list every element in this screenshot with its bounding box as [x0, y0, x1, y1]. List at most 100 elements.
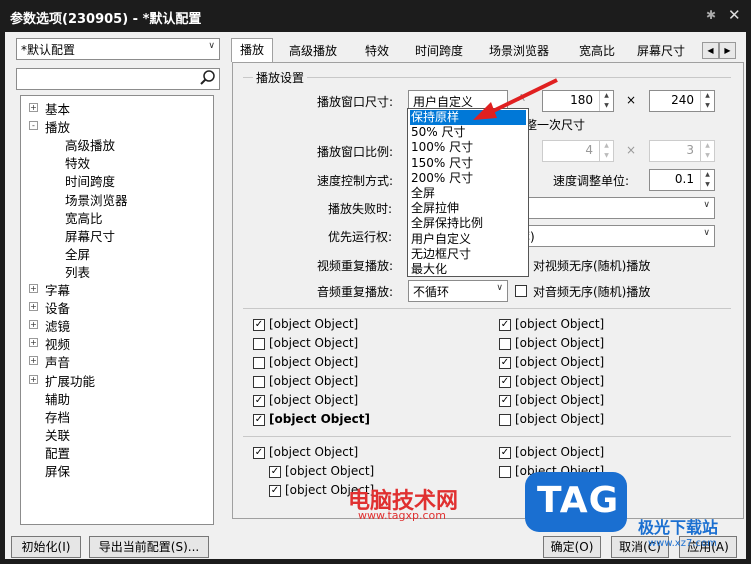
dropdown-option[interactable]: 无边框尺寸: [410, 247, 471, 262]
export-button[interactable]: 导出当前配置(S)...: [89, 536, 209, 558]
tree-item[interactable]: 设备: [45, 298, 70, 317]
tree-item[interactable]: 扩展功能: [45, 371, 95, 390]
checkbox[interactable]: ✓: [253, 395, 265, 407]
dropdown-option[interactable]: 50% 尺寸: [410, 125, 466, 140]
checkbox[interactable]: [253, 376, 265, 388]
tree-item[interactable]: 列表: [65, 262, 90, 281]
tree-expander-icon[interactable]: +: [29, 374, 38, 384]
checkbox[interactable]: [253, 357, 265, 369]
dropdown-option[interactable]: 全屏保持比例: [410, 216, 483, 231]
tree-expander-icon[interactable]: +: [29, 302, 38, 312]
tree-item[interactable]: 特效: [65, 153, 90, 172]
tree-expander-icon[interactable]: +: [29, 338, 38, 348]
ratio-w-spinner[interactable]: ▲ ▼: [599, 141, 613, 161]
tree-item[interactable]: 滤镜: [45, 316, 70, 335]
tree-item[interactable]: 配置: [45, 443, 70, 462]
chevron-down-icon: ∨: [496, 283, 503, 293]
fail-select[interactable]: ∨: [513, 197, 715, 219]
tree-item[interactable]: 屏幕尺寸: [65, 226, 115, 245]
checkbox[interactable]: ✓: [499, 395, 511, 407]
height-spinner[interactable]: ▲ ▼: [700, 91, 714, 111]
tree-item[interactable]: 字幕: [45, 280, 70, 299]
height-value: 240: [671, 93, 694, 107]
tree-item[interactable]: 声音: [45, 352, 70, 371]
dropdown-option[interactable]: 最大化: [410, 262, 447, 277]
video-repeat-label: 视频重复播放:: [317, 259, 394, 273]
tree-item[interactable]: 基本: [45, 99, 70, 118]
tree-item[interactable]: 视频: [45, 334, 70, 353]
dialog-body: *默认配置 ∨ + 基本 - 播放 高级播放 特效 时间跨度 场景浏览器 宽高比 屏幕尺寸 全屏 列表…: [5, 32, 746, 559]
tree-expander-icon[interactable]: -: [29, 121, 38, 131]
dropdown-option[interactable]: 全屏拉伸: [410, 201, 459, 216]
checkbox[interactable]: [253, 338, 265, 350]
close-icon[interactable]: ✕: [728, 6, 741, 24]
speed-unit-label: 速度调整单位:: [553, 174, 630, 188]
tree-item[interactable]: 播放: [45, 117, 70, 136]
ratio-w-field[interactable]: 4 ▲ ▼: [542, 140, 614, 162]
tab-left-icon[interactable]: ◀: [702, 42, 719, 59]
tab-4[interactable]: 场景浏览器: [481, 40, 557, 62]
checkbox-label: [object Object]: [269, 336, 359, 350]
category-tree[interactable]: + 基本 - 播放 高级播放 特效 时间跨度 场景浏览器 宽高比 屏幕尺寸 全屏 列表 + 字幕 + 设备 + 滤…: [20, 95, 214, 525]
tab-1[interactable]: 高级播放: [281, 40, 345, 62]
tree-item[interactable]: 宽高比: [65, 208, 103, 227]
tree-expander-icon[interactable]: +: [29, 320, 38, 330]
red-arrow-icon: [473, 78, 558, 120]
preset-select[interactable]: *默认配置 ∨: [16, 38, 220, 60]
tree-item[interactable]: 时间跨度: [65, 171, 115, 190]
checkbox[interactable]: ✓: [253, 447, 265, 459]
checkbox[interactable]: [499, 466, 511, 478]
ratio-h-field[interactable]: 3 ▲ ▼: [649, 140, 715, 162]
checkbox[interactable]: ✓: [499, 357, 511, 369]
audio-repeat-select[interactable]: 不循环 ∨: [408, 280, 508, 302]
tab-2[interactable]: 特效: [357, 40, 397, 62]
audio-random-checkbox[interactable]: [515, 285, 527, 297]
tree-item[interactable]: 存档: [45, 407, 70, 426]
checkbox[interactable]: ✓: [499, 376, 511, 388]
checkbox[interactable]: ✓: [253, 319, 265, 331]
window-size-dropdown[interactable]: 保持原样 50% 尺寸 100% 尺寸 150% 尺寸 200% 尺寸 全屏 全屏拉伸 全屏保…: [407, 108, 529, 277]
tree-item[interactable]: 全屏: [65, 244, 90, 263]
tree-item[interactable]: 关联: [45, 425, 70, 444]
speed-unit-spinner[interactable]: ▲ ▼: [700, 170, 714, 190]
dropdown-option[interactable]: 全屏: [410, 186, 435, 201]
width-spinner[interactable]: ▲ ▼: [599, 91, 613, 111]
window-size-label: 播放窗口尺寸:: [317, 95, 394, 109]
init-button[interactable]: 初始化(I): [11, 536, 81, 558]
tree-item[interactable]: 高级播放: [65, 135, 115, 154]
dropdown-option[interactable]: 用户自定义: [410, 232, 471, 247]
tree-expander-icon[interactable]: +: [29, 284, 38, 293]
tab-right-icon[interactable]: ▶: [719, 42, 736, 59]
checkbox[interactable]: ✓: [499, 319, 511, 331]
ok-button[interactable]: 确定(O): [543, 536, 601, 558]
dropdown-option[interactable]: 150% 尺寸: [410, 156, 473, 171]
title-bar: 参数选项(230905) - *默认配置 ✱ ✕: [0, 0, 751, 32]
tree-item[interactable]: 屏保: [45, 461, 70, 480]
tab-0[interactable]: 播放: [231, 38, 274, 62]
ratio-h-spinner[interactable]: ▲ ▼: [700, 141, 714, 161]
height-field[interactable]: 240 ▲ ▼: [649, 90, 715, 112]
dropdown-option[interactable]: 100% 尺寸: [410, 140, 473, 155]
search-icon[interactable]: [200, 70, 216, 86]
priority-select[interactable]: 荐)∨: [513, 225, 715, 247]
dropdown-option[interactable]: 200% 尺寸: [410, 171, 473, 186]
tab-5[interactable]: 宽高比: [571, 40, 623, 62]
tree-expander-icon[interactable]: +: [29, 103, 38, 112]
tab-3[interactable]: 时间跨度: [407, 40, 471, 62]
tree-item[interactable]: 辅助: [45, 389, 70, 408]
tree-item[interactable]: 场景浏览器: [65, 190, 128, 209]
checkbox[interactable]: [499, 414, 511, 426]
checkbox-label: [object Object]: [269, 412, 370, 426]
divider: [243, 308, 731, 309]
checkbox[interactable]: [499, 338, 511, 350]
speed-unit-field[interactable]: 0.1 ▲ ▼: [649, 169, 715, 191]
checkbox-label: [object Object]: [515, 355, 605, 369]
tree-expander-icon[interactable]: +: [29, 356, 38, 366]
checkbox[interactable]: ✓: [269, 466, 281, 478]
checkbox[interactable]: ✓: [253, 414, 265, 426]
pin-icon[interactable]: ✱: [706, 8, 716, 22]
tab-6[interactable]: 屏幕尺寸: [629, 40, 693, 62]
search-input[interactable]: [16, 68, 220, 90]
checkbox[interactable]: ✓: [499, 447, 511, 459]
checkbox[interactable]: ✓: [269, 485, 281, 497]
